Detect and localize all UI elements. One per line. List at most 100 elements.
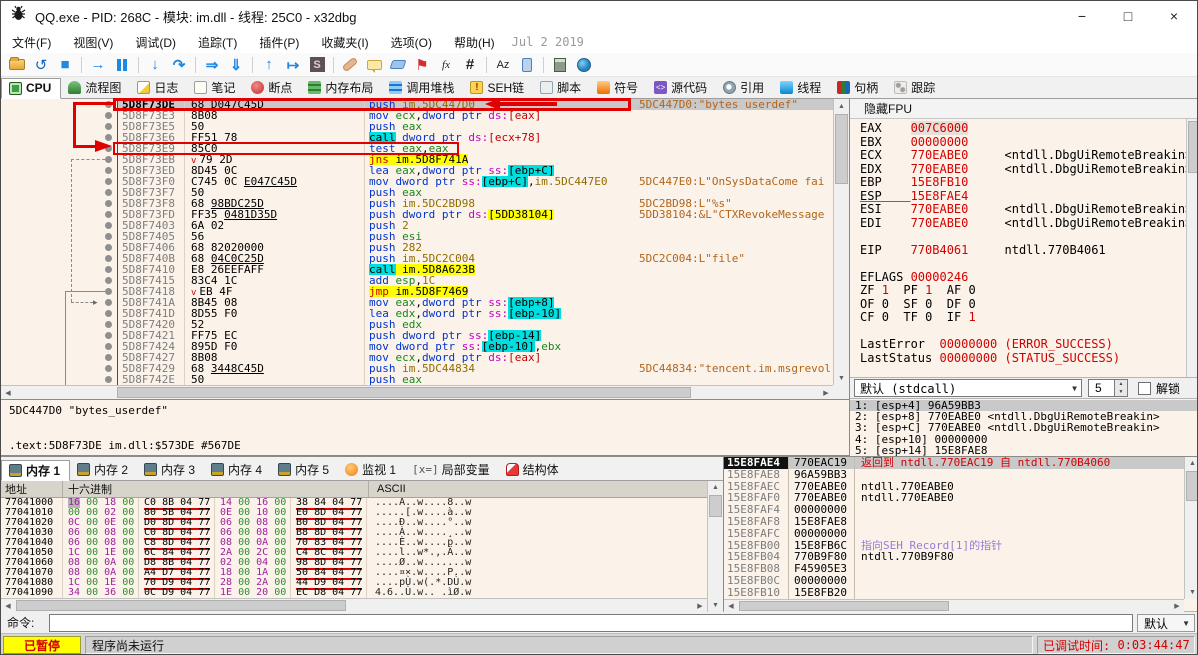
stack-row[interactable]: 15E8FB10 15E8FB20: [724, 586, 1184, 599]
stack-row[interactable]: 15E8FAFC 00000000: [724, 527, 1184, 540]
registers-scrollbar[interactable]: [1186, 119, 1197, 377]
minimize-button[interactable]: −: [1059, 1, 1105, 31]
disasm-row[interactable]: 5D8F742E 50 push eax: [1, 374, 833, 385]
tab-symbols[interactable]: 符号: [590, 77, 647, 98]
disasm-row[interactable]: 5D8F7406 68 82020000 push 282: [1, 242, 833, 253]
labels-icon[interactable]: [387, 55, 409, 75]
argument-count-spinner[interactable]: 5 ▲ ▼: [1088, 379, 1128, 397]
breakpoint-dot[interactable]: [105, 211, 112, 218]
tab-references[interactable]: 引用: [716, 77, 773, 98]
command-mode-dropdown[interactable]: 默认 ▼: [1137, 614, 1195, 632]
tab-内存-3[interactable]: 内存 3: [137, 459, 204, 480]
tab-seh[interactable]: ! SEH链: [463, 77, 533, 98]
breakpoint-dot[interactable]: [105, 365, 112, 372]
run-to-user-code-icon[interactable]: ↦: [282, 55, 304, 75]
breakpoint-dot[interactable]: [105, 200, 112, 207]
disasm-row[interactable]: 5D8F73F8 68 98BDC25D push im.5DC2BD98 5DC2B…: [1, 198, 833, 209]
close-button[interactable]: ×: [1151, 1, 1197, 31]
tab-内存-5[interactable]: 内存 5: [271, 459, 338, 480]
register-row[interactable]: ECX 770EABE0 <ntdll.DbgUiRemoteBreakin>: [850, 148, 1186, 163]
disasm-row[interactable]: 5D8F741A 8B45 08 mov eax,dword ptr ss:[ebp…: [1, 297, 833, 308]
breakpoint-dot[interactable]: [105, 123, 112, 130]
tab-callstack[interactable]: 调用堆栈: [382, 77, 463, 98]
bookmarks-icon[interactable]: ⚑: [411, 55, 433, 75]
disasm-row[interactable]: 5D8F7415 83C4 1C add esp,1C: [1, 275, 833, 286]
stack-row[interactable]: 15E8FAF0 770EABE0 ntdll.770EABE0: [724, 492, 1184, 505]
breakpoint-dot[interactable]: [105, 277, 112, 284]
snowman-icon[interactable]: #: [459, 55, 481, 75]
disasm-row[interactable]: 5D8F7421 FF75 EC push dword ptr ss:[ebp-14…: [1, 330, 833, 341]
command-input[interactable]: [49, 614, 1133, 632]
disasm-row[interactable]: 5D8F73E5 50 push eax: [1, 121, 833, 132]
patches-icon[interactable]: [339, 55, 361, 75]
disasm-row[interactable]: 5D8F7403 6A 02 push 2: [1, 220, 833, 231]
dump-row[interactable]: 77041090 34 00 36 00 0C D9 04 77 1E 00 20 0…: [1, 588, 707, 598]
disasm-row[interactable]: 5D8F7429 68 3448C45D push im.5DC44834 5DC44…: [1, 363, 833, 374]
stack-row[interactable]: 15E8FB04 770B9F80 ntdll.770B9F80: [724, 551, 1184, 564]
argument-row[interactable]: 5: [esp+14] 15E8FAE8: [850, 445, 1197, 456]
title-bar[interactable]: QQ.exe - PID: 268C - 模块: im.dll - 线程: 25…: [1, 1, 1197, 31]
stack-row[interactable]: 15E8FB0C 00000000: [724, 575, 1184, 587]
disasm-horizontal-scrollbar[interactable]: ◀ ▶: [1, 385, 833, 399]
run-to-selection-icon[interactable]: ⇒: [201, 55, 223, 75]
stack-row[interactable]: 15E8FAE4 770EAC19 返回到 ntdll.770EAC19 自 ntd…: [724, 457, 1184, 469]
register-row[interactable]: EDX 770EABE0 <ntdll.DbgUiRemoteBreakin>: [850, 162, 1186, 177]
breakpoint-dot[interactable]: [105, 299, 112, 306]
tab-trace[interactable]: 跟踪: [887, 77, 944, 98]
register-row[interactable]: ESI 770EABE0 <ntdll.DbgUiRemoteBreakin>: [850, 202, 1186, 217]
disasm-row[interactable]: 5D8F740B 68 04C0C25D push im.5DC2C004 5DC2C…: [1, 253, 833, 264]
step-over-icon[interactable]: ↷: [168, 55, 190, 75]
breakpoint-dot[interactable]: [105, 156, 112, 163]
execute-till-return-icon[interactable]: ↑: [258, 55, 280, 75]
disasm-row[interactable]: 5D8F7424 895D F0 mov dword ptr ss:[ebp-10]…: [1, 341, 833, 352]
disasm-row[interactable]: 5D8F73ED 8D45 0C lea eax,dword ptr ss:[ebp…: [1, 165, 833, 176]
run-icon[interactable]: →: [87, 55, 109, 75]
menu-item[interactable]: 视图(V): [62, 31, 124, 54]
menu-item[interactable]: 调试(D): [124, 31, 187, 54]
tab-breakpoint[interactable]: 断点: [244, 77, 301, 98]
disasm-row[interactable]: 5D8F73E3 8B08 mov ecx,dword ptr ds:[eax]: [1, 110, 833, 121]
menu-item[interactable]: 追踪(T): [187, 31, 248, 54]
stack-row[interactable]: 15E8FAF8 15E8FAE8: [724, 516, 1184, 528]
disasm-row[interactable]: 5D8F741D 8D55 F0 lea edx,dword ptr ss:[ebp…: [1, 308, 833, 319]
tab-内存-4[interactable]: 内存 4: [204, 459, 271, 480]
tab-source[interactable]: <> 源代码: [647, 77, 716, 98]
breakpoint-dot[interactable]: [105, 255, 112, 262]
unlock-checkbox[interactable]: [1138, 381, 1151, 395]
stop-icon[interactable]: ■: [54, 55, 76, 75]
disasm-row[interactable]: 5D8F73FD FF35 0481D35D push dword ptr ds:[…: [1, 209, 833, 220]
open-file-icon[interactable]: [6, 55, 28, 75]
breakpoint-dot[interactable]: [105, 112, 112, 119]
step-out-icon[interactable]: ⇓: [225, 55, 247, 75]
tab-log[interactable]: 日志: [130, 77, 187, 98]
pause-icon[interactable]: [111, 55, 133, 75]
strings-icon[interactable]: Az: [492, 55, 514, 75]
stack-row[interactable]: 15E8FAEC 770EABE0 ntdll.770EABE0: [724, 480, 1184, 493]
disasm-row[interactable]: 5D8F73EB v 79 2D jns im.5D8F741A: [1, 154, 833, 165]
register-row[interactable]: EBP 15E8FB10: [850, 175, 1186, 190]
register-row[interactable]: EBX 00000000: [850, 135, 1186, 150]
breakpoint-dot[interactable]: [105, 233, 112, 240]
breakpoint-dot[interactable]: [105, 222, 112, 229]
disasm-row[interactable]: 5D8F7427 8B08 mov ecx,dword ptr ds:[eax]: [1, 352, 833, 363]
tab-notes[interactable]: 笔记: [187, 77, 244, 98]
functions-icon[interactable]: fx: [435, 55, 457, 75]
breakpoint-dot[interactable]: [105, 244, 112, 251]
tab-struct[interactable]: 结构体: [499, 459, 568, 480]
breakpoint-dot[interactable]: [105, 288, 112, 295]
tab-handles[interactable]: 句柄: [830, 77, 887, 98]
menu-item[interactable]: 选项(O): [380, 31, 443, 54]
stack-vertical-scrollbar[interactable]: ▲ ▼: [1184, 457, 1197, 599]
stack-row[interactable]: 15E8FAE8 96A59BB3: [724, 468, 1184, 481]
tab-memmap[interactable]: 内存布局: [301, 77, 382, 98]
register-row[interactable]: EIP 770B4061 ntdll.770B4061: [850, 243, 1186, 258]
disasm-row[interactable]: 5D8F7420 52 push edx: [1, 319, 833, 330]
disasm-row[interactable]: 5D8F73F0 C745 0C E047C45D mov dword ptr ss…: [1, 176, 833, 187]
tab-内存-1[interactable]: 内存 1: [1, 460, 71, 481]
register-row[interactable]: ESP 15E8FAE4: [850, 189, 1186, 204]
spinner-buttons[interactable]: ▲ ▼: [1114, 380, 1127, 396]
disasm-row[interactable]: 5D8F73F7 50 push eax: [1, 187, 833, 198]
calculator-icon[interactable]: [549, 55, 571, 75]
breakpoint-dot[interactable]: [105, 376, 112, 383]
breakpoint-dot[interactable]: [105, 321, 112, 328]
